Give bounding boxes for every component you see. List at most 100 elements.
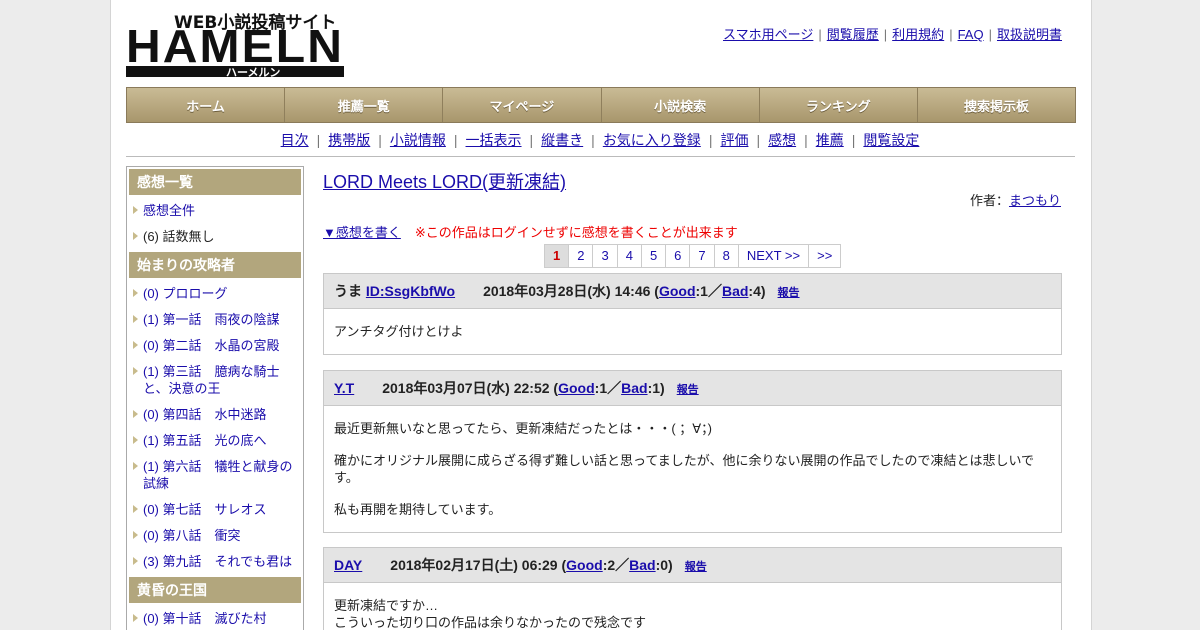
review-item: DAY 2018年02月17日(土) 06:29 (Good:2／Bad:0) 報告… xyxy=(323,547,1062,630)
page-current: 1 xyxy=(545,245,570,267)
sub-nav: 目次 | 携帯版 | 小説情報 | 一括表示 | 縦書き | お気に入り登録 | 評価 | 感想 | 推薦 | 閲覧… xyxy=(126,130,1074,150)
write-review-link[interactable]: ▼感想を書く xyxy=(323,225,401,240)
author-link[interactable]: まつもり xyxy=(1009,193,1061,208)
bad-link[interactable]: Bad xyxy=(629,557,655,573)
reviewer-name: うま xyxy=(334,283,362,299)
author-label: 作者： xyxy=(969,193,1009,208)
page-link[interactable]: NEXT >> xyxy=(739,245,810,267)
top-link[interactable]: 取扱説明書 xyxy=(997,27,1062,42)
write-bar: ▼感想を書く ※この作品はログインせずに感想を書くことが出来ます xyxy=(323,222,738,241)
page-link[interactable]: 3 xyxy=(593,245,618,267)
sub-nav-link[interactable]: 小説情報 xyxy=(390,132,446,148)
page-link[interactable]: >> xyxy=(809,245,840,267)
sub-nav-link[interactable]: 推薦 xyxy=(816,132,844,148)
review-date: 2018年03月07日(水) 22:52 ( xyxy=(382,380,559,396)
bad-count: :4) xyxy=(748,283,766,299)
sidebar-item[interactable]: (0) プロローグ xyxy=(129,282,301,305)
sidebar-item[interactable]: (3) 第九話 それでも君は xyxy=(129,550,301,573)
sub-nav-link[interactable]: 閲覧設定 xyxy=(863,132,919,148)
review-item: うま ID:SsgKbfWo 2018年03月28日(水) 14:46 (Good… xyxy=(323,273,1062,355)
page-link[interactable]: 5 xyxy=(642,245,667,267)
good-count: :2／ xyxy=(602,557,630,573)
sidebar-item[interactable]: (1) 第一話 雨夜の陰謀 xyxy=(129,308,301,331)
main-nav-item[interactable]: 小説検索 xyxy=(601,88,760,122)
sidebar-list: (0) 第十話 滅びた村(1) 第十一話 アインツ xyxy=(129,607,301,630)
review-text: 最近更新無いなと思ってたら、更新凍結だったとは・・・( ；∀；) xyxy=(334,421,713,436)
top-link[interactable]: FAQ xyxy=(958,27,984,42)
guest-notice: ※この作品はログインせずに感想を書くことが出来ます xyxy=(414,225,738,240)
top-link[interactable]: 利用規約 xyxy=(892,27,944,42)
page-link[interactable]: 2 xyxy=(569,245,594,267)
reviewer-link[interactable]: Y.T xyxy=(334,380,354,396)
separator: | xyxy=(378,132,382,148)
sidebar-item[interactable]: (0) 第二話 水晶の宮殿 xyxy=(129,334,301,357)
top-link[interactable]: 閲覧履歴 xyxy=(827,27,879,42)
hameln-logo[interactable]: WEB小説投稿サイト HAMELN ハーメルン xyxy=(126,10,346,80)
sub-nav-link[interactable]: 縦書き xyxy=(541,132,583,148)
page-link[interactable]: 8 xyxy=(715,245,739,267)
bad-link[interactable]: Bad xyxy=(722,283,748,299)
review-item: Y.T 2018年03月07日(水) 22:52 (Good:1／Bad:1) 報告… xyxy=(323,370,1062,533)
sidebar: 感想一覧 感想全件 (6) 話数無し 始まりの攻略者 (0) プロローグ (1) 第一話 … xyxy=(126,166,304,630)
sidebar-item: (6) 話数無し xyxy=(129,225,301,248)
report-link[interactable]: 報告 xyxy=(677,384,699,396)
page: WEB小説投稿サイト HAMELN ハーメルン スマホ用ページ | 閲覧履歴 | 利用規… xyxy=(110,0,1092,630)
review-body: 更新凍結ですか… こういった切り口の作品は余りなかったので残念です xyxy=(324,583,1061,630)
sidebar-item[interactable]: (0) 第四話 水中迷路 xyxy=(129,403,301,426)
good-link[interactable]: Good xyxy=(558,380,595,396)
separator: | xyxy=(756,132,761,148)
sidebar-item[interactable]: (1) 第六話 犠牲と献身の試練 xyxy=(129,455,301,495)
main-nav-item[interactable]: ホーム xyxy=(127,88,286,122)
main-nav-item[interactable]: ランキング xyxy=(759,88,918,122)
reviewer-link[interactable]: ID:SsgKbfWo xyxy=(366,283,455,299)
sub-nav-link[interactable]: 目次 xyxy=(281,132,309,148)
page-link[interactable]: 6 xyxy=(666,245,691,267)
separator: | xyxy=(708,132,713,148)
review-text: 更新凍結ですか… こういった切り口の作品は余りなかったので残念です xyxy=(334,598,647,630)
good-link[interactable]: Good xyxy=(566,557,603,573)
separator: | xyxy=(949,27,953,42)
bad-link[interactable]: Bad xyxy=(621,380,647,396)
sidebar-item[interactable]: (1) 第三話 臆病な騎士と、決意の王 xyxy=(129,360,301,400)
separator: | xyxy=(804,132,808,148)
sub-nav-link[interactable]: お気に入り登録 xyxy=(603,132,701,148)
review-text: アンチタグ付けとけよ xyxy=(334,324,464,339)
bad-count: :0) xyxy=(655,557,673,573)
main-nav: ホーム 推薦一覧 マイページ 小説検索 ランキング 捜索掲示板 xyxy=(126,87,1076,123)
separator: | xyxy=(988,27,992,42)
main-nav-item[interactable]: マイページ xyxy=(443,88,602,122)
author-line: 作者：まつもり xyxy=(970,190,1061,209)
divider xyxy=(126,156,1075,157)
sidebar-section-title: 始まりの攻略者 xyxy=(129,252,301,278)
top-link[interactable]: スマホ用ページ xyxy=(723,27,813,42)
page-link[interactable]: 7 xyxy=(690,245,715,267)
main-nav-item[interactable]: 捜索掲示板 xyxy=(917,88,1076,122)
review-header: Y.T 2018年03月07日(水) 22:52 (Good:1／Bad:1) 報告 xyxy=(324,371,1061,406)
review-text: 確かにオリジナル展開に成らざる得ず難しい話と思ってましたが、他に余りない展開の作… xyxy=(334,453,1035,485)
sidebar-section-title: 黄昏の王国 xyxy=(129,577,301,603)
report-link[interactable]: 報告 xyxy=(778,287,800,299)
good-link[interactable]: Good xyxy=(659,283,696,299)
review-date: 2018年02月17日(土) 06:29 ( xyxy=(390,557,567,573)
good-count: :1／ xyxy=(594,380,622,396)
sidebar-list: 感想全件 (6) 話数無し xyxy=(129,199,301,248)
review-date: 2018年03月28日(水) 14:46 ( xyxy=(483,283,659,299)
sidebar-item[interactable]: (0) 第八話 衝突 xyxy=(129,524,301,547)
separator: | xyxy=(529,132,534,148)
sub-nav-link[interactable]: 評価 xyxy=(720,132,748,148)
main-nav-item[interactable]: 推薦一覧 xyxy=(285,88,444,122)
review-text: 私も再開を期待しています。 xyxy=(334,502,502,517)
sidebar-item[interactable]: (0) 第十話 滅びた村 xyxy=(129,607,301,630)
sub-nav-link[interactable]: 感想 xyxy=(768,132,796,148)
separator: | xyxy=(883,27,888,42)
separator: | xyxy=(453,132,458,148)
page-link[interactable]: 4 xyxy=(618,245,642,267)
reviewer-link[interactable]: DAY xyxy=(334,557,362,573)
novel-title-link[interactable]: LORD Meets LORD(更新凍結) xyxy=(323,168,566,194)
sidebar-item[interactable]: 感想全件 xyxy=(129,199,301,222)
sidebar-item[interactable]: (1) 第五話 光の底へ xyxy=(129,429,301,452)
sub-nav-link[interactable]: 一括表示 xyxy=(466,132,522,148)
sub-nav-link[interactable]: 携帯版 xyxy=(328,132,370,148)
report-link[interactable]: 報告 xyxy=(685,561,707,573)
sidebar-item[interactable]: (0) 第七話 サレオス xyxy=(129,498,301,521)
